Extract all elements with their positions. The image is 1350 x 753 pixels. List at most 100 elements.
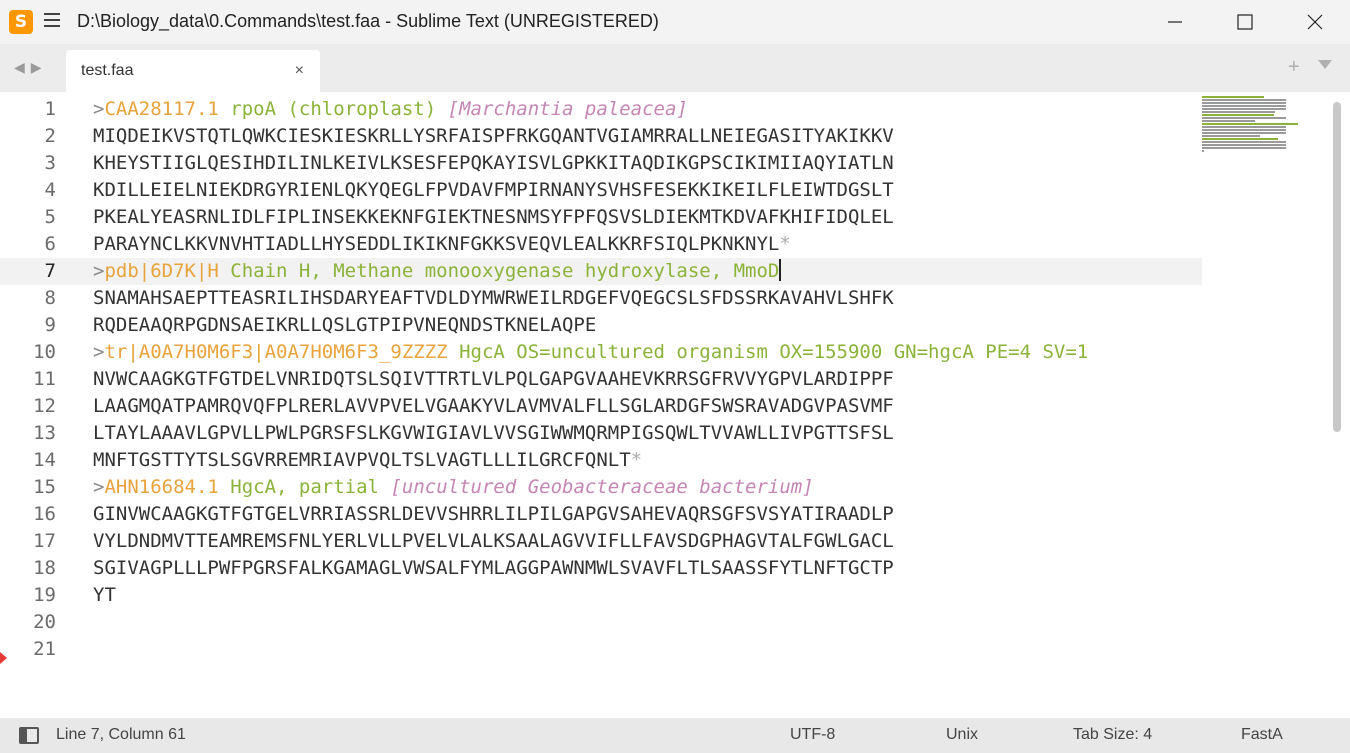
code-line[interactable]: SGIVAGPLLLPWFPGRSFALKGAMAGLVWSALFYMLAGGP…	[93, 555, 1203, 582]
menu-icon[interactable]	[44, 13, 60, 29]
minimap-row	[1202, 96, 1265, 98]
minimap[interactable]	[1202, 96, 1302, 156]
close-window-button[interactable]	[1280, 0, 1350, 44]
tab-nav-arrows[interactable]: ◀▶	[14, 59, 48, 76]
code-token: MIQDEIKVSTQTLQWKCIESKIESKRLLYSRFAISPFRKG…	[93, 125, 894, 147]
line-number: 14	[33, 449, 56, 471]
tab-close-icon[interactable]: ×	[295, 62, 304, 80]
panel-toggle-icon[interactable]	[19, 727, 39, 744]
code-token: PARAYNCLKKVNVHTIADLLHYSEDDLIKIKNFGKKSVEQ…	[93, 233, 780, 255]
line-number: 8	[44, 287, 56, 309]
maximize-icon	[1237, 14, 1253, 30]
code-line[interactable]: >pdb|6D7K|H Chain H, Methane monooxygena…	[93, 258, 1203, 285]
code-line[interactable]: VYLDNDMVTTEAMREMSFNLYERLVLLPVELVLALKSAAL…	[93, 528, 1203, 555]
line-number: 18	[33, 557, 56, 579]
line-number: 11	[33, 368, 56, 390]
code-token: GINVWCAAGKGTFGTGELVRRIASSRLDEVVSHRRLILPI…	[93, 503, 894, 525]
line-number: 1	[44, 98, 56, 120]
line-number: 13	[33, 422, 56, 444]
code-line[interactable]: MIQDEIKVSTQTLQWKCIESKIESKRLLYSRFAISPFRKG…	[93, 123, 1203, 150]
minimap-row	[1202, 105, 1286, 107]
code-token: LAAGMQATPAMRQVQFPLRERLAVVPVELVGAAKYVLAVM…	[93, 395, 894, 417]
code-line[interactable]: PKEALYEASRNLIDLFIPLINSEKKEKNFGIEKTNESNMS…	[93, 204, 1203, 231]
minimap-row	[1202, 99, 1286, 101]
line-number: 10	[33, 341, 56, 363]
minimap-row	[1202, 123, 1298, 125]
code-token: NVWCAAGKGTFGTDELVNRIDQTSLSQIVTTRTLVLPQLG…	[93, 368, 894, 390]
line-number: 3	[44, 152, 56, 174]
maximize-button[interactable]	[1210, 0, 1280, 44]
minimap-row	[1202, 117, 1286, 119]
code-text[interactable]: >CAA28117.1 rpoA (chloroplast) [Marchant…	[93, 96, 1203, 663]
arrow-left-icon[interactable]: ◀	[14, 59, 31, 75]
code-token: [uncultured Geobacteraceae bacterium]	[390, 476, 814, 498]
code-token: SGIVAGPLLLPWFPGRSFALKGAMAGLVWSALFYMLAGGP…	[93, 557, 894, 579]
code-line[interactable]	[93, 636, 1203, 663]
scrollbar-thumb[interactable]	[1333, 102, 1341, 432]
close-icon	[1307, 14, 1323, 30]
syntax-status[interactable]: FastA	[1241, 726, 1283, 744]
code-token: KHEYSTIIGLQESIHDILINLKEIVLKSESFEPQKAYISV…	[93, 152, 894, 174]
line-number-gutter: 1 2 3 4 5 6 7 8 9 10 11 12 13 14 15 16 17 18 19 20 21	[0, 96, 56, 663]
code-line[interactable]: YT	[93, 582, 1203, 609]
code-token: Chain H, Methane monooxygenase hydroxyla…	[218, 260, 780, 282]
minimize-button[interactable]	[1140, 0, 1210, 44]
cursor-position[interactable]: Line 7, Column 61	[56, 726, 186, 744]
code-token: CAA28117.1	[104, 98, 219, 120]
line-number: 20	[33, 611, 56, 633]
code-token: *	[779, 233, 791, 255]
minimap-row	[1202, 120, 1255, 122]
code-line[interactable]: LAAGMQATPAMRQVQFPLRERLAVVPVELVGAAKYVLAVM…	[93, 393, 1203, 420]
minimap-row	[1202, 132, 1286, 134]
code-token: YT	[93, 584, 116, 606]
code-token: MNFTGSTTYTSLSGVRREMRIAVPVQLTSLVAGTLLLILG…	[93, 449, 631, 471]
code-line[interactable]: KHEYSTIIGLQESIHDILINLKEIVLKSESFEPQKAYISV…	[93, 150, 1203, 177]
tab-bar: ◀▶ test.faa × +	[0, 44, 1350, 92]
code-token: KDILLEIELNIEKDRGYRIENLQKYQEGLFPVDAVFMPIR…	[93, 179, 894, 201]
line-number: 7	[44, 260, 56, 282]
tab-test-faa[interactable]: test.faa ×	[66, 50, 320, 92]
line-endings-status[interactable]: Unix	[946, 726, 978, 744]
code-token: LTAYLAAAVLGPVLLPWLPGRSFSLKGVWIGIAVLVVSGI…	[93, 422, 894, 444]
line-number: 12	[33, 395, 56, 417]
code-line[interactable]: NVWCAAGKGTFGTDELVNRIDQTSLSQIVTTRTLVLPQLG…	[93, 366, 1203, 393]
code-line[interactable]: LTAYLAAAVLGPVLLPWLPGRSFSLKGVWIGIAVLVVSGI…	[93, 420, 1203, 447]
minimap-row	[1202, 126, 1286, 128]
add-tab-icon[interactable]: +	[1288, 56, 1300, 79]
tab-size-status[interactable]: Tab Size: 4	[1073, 726, 1152, 744]
code-token: AHN16684.1	[104, 476, 219, 498]
status-bar: Line 7, Column 61 UTF-8 Unix Tab Size: 4…	[0, 718, 1350, 753]
code-line[interactable]: >CAA28117.1 rpoA (chloroplast) [Marchant…	[93, 96, 1203, 123]
line-number: 21	[33, 638, 56, 660]
minimap-row	[1202, 102, 1286, 104]
code-token: PKEALYEASRNLIDLFIPLINSEKKEKNFGIEKTNESNMS…	[93, 206, 894, 228]
code-line[interactable]: GINVWCAAGKGTFGTGELVRRIASSRLDEVVSHRRLILPI…	[93, 501, 1203, 528]
minimap-row	[1202, 114, 1274, 116]
code-line[interactable]: KDILLEIELNIEKDRGYRIENLQKYQEGLFPVDAVFMPIR…	[93, 177, 1203, 204]
code-line[interactable]: SNAMAHSAEPTTEASRILIHSDARYEAFTVDLDYMWRWEI…	[93, 285, 1203, 312]
line-number: 17	[33, 530, 56, 552]
line-number: 6	[44, 233, 56, 255]
title-bar: S D:\Biology_data\0.Commands\test.faa - …	[0, 0, 1350, 44]
text-cursor	[779, 259, 782, 281]
arrow-right-icon[interactable]: ▶	[31, 59, 48, 75]
minimap-row	[1202, 111, 1276, 113]
encoding-status[interactable]: UTF-8	[790, 726, 835, 744]
code-line[interactable]: >AHN16684.1 HgcA, partial [uncultured Ge…	[93, 474, 1203, 501]
minimap-row	[1202, 135, 1260, 137]
editor-area[interactable]: 1 2 3 4 5 6 7 8 9 10 11 12 13 14 15 16 17 18 19 20 21 >CAA28…	[0, 92, 1350, 718]
tab-label: test.faa	[81, 62, 134, 79]
line-number: 19	[33, 584, 56, 606]
line-number: 5	[44, 206, 56, 228]
code-line[interactable]	[93, 609, 1203, 636]
code-token: >	[93, 341, 105, 363]
code-line[interactable]: PARAYNCLKKVNVHTIADLLHYSEDDLIKIKNFGKKSVEQ…	[93, 231, 1203, 258]
code-line[interactable]: >tr|A0A7H0M6F3|A0A7H0M6F3_9ZZZZ HgcA OS=…	[93, 339, 1203, 366]
minimize-icon	[1168, 21, 1182, 23]
line-number: 16	[33, 503, 56, 525]
sublime-logo-icon: S	[9, 10, 33, 34]
code-line[interactable]: RQDEAAQRPGDNSAEIKRLLQSLGTPIPVNEQNDSTKNEL…	[93, 312, 1203, 339]
tab-menu-chevron-icon[interactable]	[1318, 60, 1332, 69]
code-line[interactable]: MNFTGSTTYTSLSGVRREMRIAVPVQLTSLVAGTLLLILG…	[93, 447, 1203, 474]
line-number: 2	[44, 125, 56, 147]
